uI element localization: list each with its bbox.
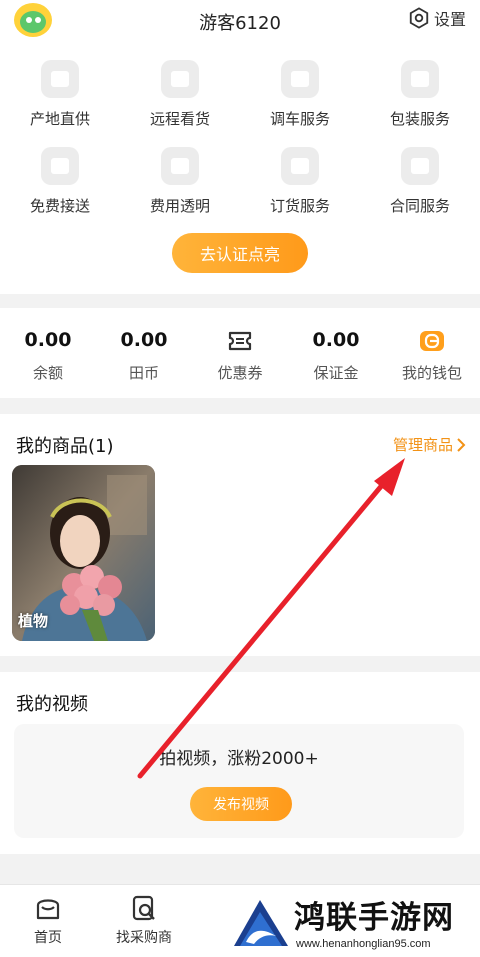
order-icon [281,147,319,185]
services-panel: 产地直供 远程看货 调车服务 包装服务 免费接送 费用透明 订货服务 合同服务 [0,42,480,294]
my-videos-title: 我的视频 [16,694,88,715]
coins-item[interactable]: 0.00 田币 [96,308,192,398]
wallet-icon [420,331,444,351]
balance-item[interactable]: 0.00 余额 [0,308,96,398]
service-label: 费用透明 [149,197,210,215]
home-icon [36,899,60,920]
publish-video-button[interactable]: 发布视频 [190,787,292,821]
deposit-value: 0.00 [312,329,360,351]
tab-home[interactable]: 首页 [0,895,96,947]
video-promo-card: 拍视频，涨粉2000+ 发布视频 [14,724,464,838]
chevron-right-icon [457,437,466,452]
service-contract[interactable]: 合同服务 [360,147,480,216]
coupons-label: 优惠券 [217,364,263,382]
truck-icon [41,60,79,98]
my-wallet-label: 我的钱包 [401,364,462,382]
watermark-url: www.henanhonglian95.com [296,938,431,950]
service-label: 调车服务 [269,110,330,128]
product-tag: 植物 [18,612,49,630]
dispatch-icon [281,60,319,98]
tab-home-label: 首页 [34,930,62,946]
pickup-icon [41,147,79,185]
my-goods-section: 我的商品(1) 管理商品 植物 [0,414,480,656]
coins-value: 0.00 [120,329,168,351]
contract-icon [401,147,439,185]
service-dispatch[interactable]: 调车服务 [240,60,360,129]
package-icon [401,60,439,98]
service-transparent-fee[interactable]: 费用透明 [120,147,240,216]
deposit-item[interactable]: 0.00 保证金 [288,308,384,398]
service-packaging[interactable]: 包装服务 [360,60,480,129]
service-free-pickup[interactable]: 免费接送 [0,147,120,216]
watermark-logo-icon [234,900,288,946]
service-label: 产地直供 [29,110,90,128]
camera-icon [161,60,199,98]
service-label: 远程看货 [149,110,210,128]
coupon-icon [228,331,252,351]
my-videos-section: 我的视频 拍视频，涨粉2000+ 发布视频 [0,672,480,854]
service-label: 免费接送 [29,197,90,215]
service-label: 包装服务 [389,110,450,128]
my-wallet-item[interactable]: 我的钱包 [384,308,480,398]
certify-button[interactable]: 去认证点亮 [172,233,308,273]
video-slogan: 拍视频，涨粉2000+ [159,749,319,769]
tab-find-buyer[interactable]: 找采购商 [96,895,192,947]
search-buyer-icon [132,895,155,921]
service-ordering[interactable]: 订货服务 [240,147,360,216]
service-label: 订货服务 [269,197,330,215]
service-remote-view[interactable]: 远程看货 [120,60,240,129]
gear-icon [409,7,429,29]
manage-goods-link[interactable]: 管理商品 [393,434,466,455]
balance-value: 0.00 [24,329,72,351]
coins-label: 田币 [128,364,159,382]
my-goods-title: 我的商品(1) [16,436,114,457]
coupons-item[interactable]: 优惠券 [192,308,288,398]
site-watermark: 鸿联手游网 www.henanhonglian95.com [226,888,480,957]
watermark-name: 鸿联手游网 [294,900,454,936]
wallet-panel: 0.00 余额 0.00 田币 优惠券 0.00 保证金 我的钱包 [0,308,480,398]
top-bar: 游客6120 设置 [0,0,480,42]
settings-button[interactable]: 设置 [408,6,466,30]
service-origin-supply[interactable]: 产地直供 [0,60,120,129]
product-card[interactable]: 植物 [12,465,155,641]
deposit-label: 保证金 [313,364,359,382]
service-label: 合同服务 [389,197,450,215]
balance-label: 余额 [32,364,63,382]
fee-icon [161,147,199,185]
tab-find-buyer-label: 找采购商 [116,930,172,946]
settings-label: 设置 [433,10,466,29]
manage-goods-label: 管理商品 [392,436,453,454]
